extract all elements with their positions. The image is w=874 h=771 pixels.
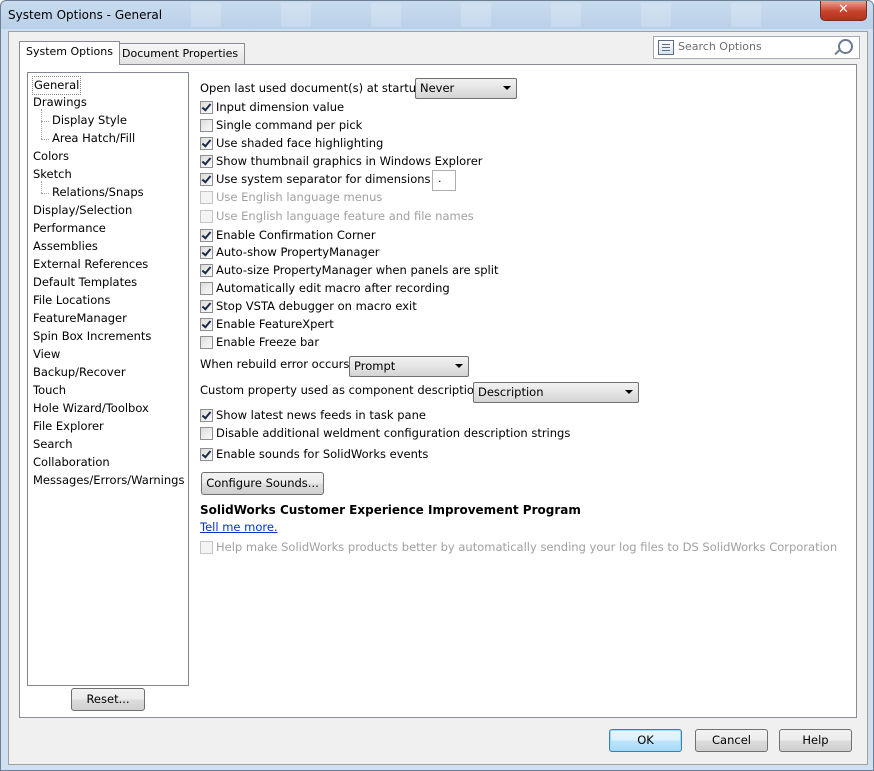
input-dimension-value-label: Input dimension value bbox=[216, 100, 345, 114]
window-title: System Options - General bbox=[8, 8, 163, 22]
enable-freeze-bar-checkbox[interactable] bbox=[200, 336, 213, 349]
auto-size-propertymanager-when-panels-are-split-label: Auto-size PropertyManager when panels ar… bbox=[216, 263, 499, 277]
use-shaded-face-highlighting-checkbox[interactable] bbox=[200, 137, 213, 150]
single-command-per-pick-label: Single command per pick bbox=[216, 118, 363, 132]
stop-vsta-debugger-on-macro-exit-label: Stop VSTA debugger on macro exit bbox=[216, 299, 417, 313]
custom-prop-dropdown[interactable]: Description bbox=[473, 382, 639, 403]
custom-prop-value: Description bbox=[478, 385, 544, 399]
dialog-client: System Options Document Properties Searc… bbox=[8, 31, 868, 765]
tree-item-messages-errors-warnings[interactable]: Messages/Errors/Warnings bbox=[33, 472, 184, 489]
tree-connector bbox=[41, 181, 42, 193]
help-button[interactable]: Help bbox=[779, 729, 852, 752]
tree-item-sketch[interactable]: Sketch bbox=[33, 166, 72, 183]
enable-confirmation-corner-label: Enable Confirmation Corner bbox=[216, 228, 376, 242]
single-command-per-pick-checkbox[interactable] bbox=[200, 119, 213, 132]
ceip-checkbox[interactable] bbox=[200, 541, 213, 554]
sounds-checkbox[interactable] bbox=[200, 448, 213, 461]
tree-connector bbox=[41, 121, 49, 122]
automatically-edit-macro-after-recording-checkbox[interactable] bbox=[200, 282, 213, 295]
tree-item-file-explorer[interactable]: File Explorer bbox=[33, 418, 104, 435]
ceip-heading: SolidWorks Customer Experience Improveme… bbox=[200, 503, 581, 517]
auto-show-propertymanager-checkbox[interactable] bbox=[200, 246, 213, 259]
auto-size-propertymanager-when-panels-are-split-checkbox[interactable] bbox=[200, 264, 213, 277]
stop-vsta-debugger-on-macro-exit-checkbox[interactable] bbox=[200, 300, 213, 313]
tree-item-view[interactable]: View bbox=[33, 346, 60, 363]
tell-me-more-link[interactable]: Tell me more. bbox=[200, 520, 278, 534]
sounds-checkbox-label: Enable sounds for SolidWorks events bbox=[216, 447, 429, 461]
system-options-panel: General Drawings Display Style Area Hatch/F… bbox=[19, 64, 857, 718]
tree-item-file-locations[interactable]: File Locations bbox=[33, 292, 111, 309]
use-english-language-menus-checkbox[interactable] bbox=[200, 191, 213, 204]
tree-item-colors[interactable]: Colors bbox=[33, 148, 69, 165]
show-thumbnail-graphics-in-windows-explorer-checkbox[interactable] bbox=[200, 155, 213, 168]
magnifier-icon[interactable] bbox=[838, 39, 853, 54]
search-box[interactable]: Search Options bbox=[653, 36, 860, 59]
tree-item-area-hatch-fill[interactable]: Area Hatch/Fill bbox=[52, 130, 135, 147]
use-english-language-feature-and-file-names-checkbox[interactable] bbox=[200, 210, 213, 223]
tab-system-options[interactable]: System Options bbox=[19, 41, 120, 65]
tree-item-collaboration[interactable]: Collaboration bbox=[33, 454, 110, 471]
options-tree[interactable]: General Drawings Display Style Area Hatch/F… bbox=[27, 72, 189, 686]
tree-item-backup-recover[interactable]: Backup/Recover bbox=[33, 364, 126, 381]
background-toolbar-ghost bbox=[151, 3, 801, 27]
input-dimension-value-checkbox[interactable] bbox=[200, 101, 213, 114]
rebuild-value: Prompt bbox=[354, 359, 396, 373]
tree-connector bbox=[41, 193, 49, 194]
tree-item-external-references[interactable]: External References bbox=[33, 256, 148, 273]
auto-show-propertymanager-label: Auto-show PropertyManager bbox=[216, 245, 380, 259]
use-english-language-feature-and-file-names-label: Use English language feature and file na… bbox=[216, 209, 474, 223]
tree-item-relations-snaps[interactable]: Relations/Snaps bbox=[52, 184, 144, 201]
tree-item-touch[interactable]: Touch bbox=[33, 382, 66, 399]
chevron-down-icon bbox=[503, 86, 511, 90]
tab-document-properties[interactable]: Document Properties bbox=[115, 43, 246, 64]
disable-additional-weldment-configuration-description-strings-label: Disable additional weldment configuratio… bbox=[216, 426, 571, 440]
cancel-button[interactable]: Cancel bbox=[695, 729, 768, 752]
tree-connector bbox=[41, 139, 49, 140]
show-latest-news-feeds-in-task-pane-label: Show latest news feeds in task pane bbox=[216, 408, 426, 422]
separator-value: . bbox=[438, 172, 442, 185]
tree-item-performance[interactable]: Performance bbox=[33, 220, 106, 237]
use-shaded-face-highlighting-label: Use shaded face highlighting bbox=[216, 136, 384, 150]
chevron-down-icon bbox=[455, 364, 463, 368]
ceip-checkbox-label: Help make SolidWorks products better by … bbox=[216, 540, 838, 554]
show-latest-news-feeds-in-task-pane-checkbox[interactable] bbox=[200, 409, 213, 422]
separator-field[interactable]: . bbox=[432, 170, 456, 191]
enable-freeze-bar-label: Enable Freeze bar bbox=[216, 335, 320, 349]
tree-item-general[interactable]: General bbox=[32, 76, 82, 95]
rebuild-dropdown[interactable]: Prompt bbox=[349, 356, 469, 377]
chevron-down-icon bbox=[625, 390, 633, 394]
tree-item-featuremanager[interactable]: FeatureManager bbox=[33, 310, 127, 327]
enable-confirmation-corner-checkbox[interactable] bbox=[200, 229, 213, 242]
tree-item-assemblies[interactable]: Assemblies bbox=[33, 238, 98, 255]
automatically-edit-macro-after-recording-label: Automatically edit macro after recording bbox=[216, 281, 450, 295]
search-options-list-icon[interactable] bbox=[658, 40, 674, 55]
use-english-language-menus-label: Use English language menus bbox=[216, 190, 383, 204]
close-icon: ✕ bbox=[838, 2, 849, 17]
custom-prop-label: Custom property used as component descri… bbox=[200, 383, 486, 397]
reset-button[interactable]: Reset... bbox=[71, 688, 145, 711]
close-button[interactable]: ✕ bbox=[820, 1, 867, 21]
open-last-dropdown[interactable]: Never bbox=[415, 78, 517, 99]
open-last-label: Open last used document(s) at startup: bbox=[200, 81, 428, 95]
tree-item-search[interactable]: Search bbox=[33, 436, 73, 453]
tree-item-display-style[interactable]: Display Style bbox=[52, 112, 127, 129]
ok-button[interactable]: OK bbox=[609, 729, 682, 752]
enable-featurexpert-label: Enable FeatureXpert bbox=[216, 317, 334, 331]
title-bar[interactable]: System Options - General ✕ bbox=[1, 1, 873, 31]
system-options-window: System Options - General ✕ System Option… bbox=[0, 0, 874, 771]
search-input[interactable]: Search Options bbox=[678, 40, 762, 53]
tree-item-spin-box-increments[interactable]: Spin Box Increments bbox=[33, 328, 151, 345]
disable-additional-weldment-configuration-description-strings-checkbox[interactable] bbox=[200, 427, 213, 440]
open-last-value: Never bbox=[420, 81, 455, 95]
tree-item-hole-wizard-toolbox[interactable]: Hole Wizard/Toolbox bbox=[33, 400, 149, 417]
rebuild-label: When rebuild error occurs: bbox=[200, 357, 354, 371]
tree-connector bbox=[41, 109, 42, 139]
use-system-separator-for-dimensions-checkbox[interactable] bbox=[200, 173, 213, 186]
use-system-separator-for-dimensions-label: Use system separator for dimensions bbox=[216, 172, 431, 186]
configure-sounds-button[interactable]: Configure Sounds... bbox=[201, 472, 324, 495]
show-thumbnail-graphics-in-windows-explorer-label: Show thumbnail graphics in Windows Explo… bbox=[216, 154, 483, 168]
enable-featurexpert-checkbox[interactable] bbox=[200, 318, 213, 331]
tree-item-display-selection[interactable]: Display/Selection bbox=[33, 202, 132, 219]
tree-item-default-templates[interactable]: Default Templates bbox=[33, 274, 137, 291]
